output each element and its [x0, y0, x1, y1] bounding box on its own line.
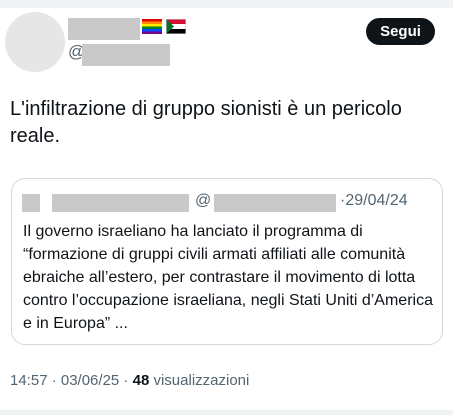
quote-text: Il governo israeliano ha lanciato il pro…: [23, 223, 433, 332]
tweet-text: L'infiltrazione di gruppo sionisti è un …: [10, 98, 402, 147]
follow-button[interactable]: Segui: [366, 18, 435, 45]
quote-handle-redacted: [214, 194, 336, 212]
timestamp[interactable]: 14:57 · 03/06/25: [10, 372, 119, 389]
tweet-meta: 14:57 · 03/06/25 · 48 visualizzazioni: [10, 372, 249, 389]
quote-date: ·29/04/24: [340, 192, 408, 209]
rainbow-flag-icon: [142, 19, 162, 34]
sudan-flag-icon: [166, 19, 186, 34]
top-divider: [0, 0, 453, 8]
quoted-tweet[interactable]: @ ·29/04/24 Il governo israeliano ha lan…: [11, 178, 443, 345]
quote-avatar-redacted: [22, 194, 40, 212]
display-name-redacted[interactable]: [68, 18, 140, 40]
quote-display-name-redacted: [52, 194, 189, 212]
meta-separator: ·: [119, 372, 133, 389]
handle-redacted[interactable]: [82, 44, 170, 66]
views-label: visualizzazioni: [153, 372, 250, 389]
bottom-divider: [0, 410, 453, 415]
quote-handle-prefix: @: [195, 192, 212, 209]
avatar[interactable]: [5, 12, 65, 72]
views-count: 48: [132, 372, 150, 389]
name-emoji-flags: [142, 19, 186, 34]
